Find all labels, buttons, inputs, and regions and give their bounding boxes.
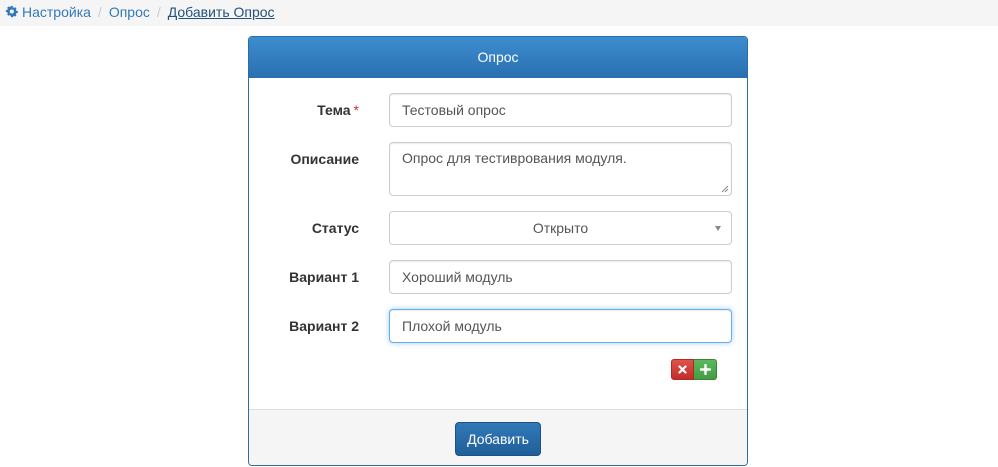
breadcrumb-separator: /: [156, 4, 161, 20]
resize-handle-icon[interactable]: [721, 185, 729, 193]
gear-icon: [5, 5, 18, 18]
topic-input[interactable]: [389, 93, 732, 127]
status-select[interactable]: Открыто: [389, 211, 732, 245]
option-1-label: Вариант 1: [289, 269, 359, 285]
description-textarea[interactable]: Опрос для тестиврования модуля.: [389, 142, 732, 196]
panel-title: Опрос: [249, 37, 747, 78]
breadcrumb: Настройка / Опрос / Добавить Опрос: [0, 0, 998, 26]
breadcrumb-settings-label: Настройка: [22, 4, 91, 20]
poll-form-panel: Опрос Тема* Описание Опрос для тестивров…: [248, 36, 748, 466]
add-option-icon: [699, 364, 711, 375]
submit-button[interactable]: Добавить: [455, 422, 541, 456]
breadcrumb-current-page[interactable]: Добавить Опрос: [168, 4, 275, 20]
option-controls: [671, 359, 717, 380]
topic-label: Тема *: [317, 102, 359, 118]
option-1-input[interactable]: [389, 260, 732, 294]
caret-down-icon: [715, 226, 721, 231]
poll-form: Тема* Описание Опрос для тестиврования м…: [249, 78, 747, 409]
remove-option-icon: [678, 365, 687, 374]
status-label: Статус: [311, 220, 359, 236]
option-2-input[interactable]: [389, 309, 732, 343]
description-label: Описание: [290, 151, 359, 167]
breadcrumb-settings-link[interactable]: Настройка: [5, 4, 91, 20]
add-option-button[interactable]: [694, 359, 717, 380]
breadcrumb-separator: /: [97, 4, 102, 20]
topic-label-text: Тема: [317, 102, 351, 118]
option-2-label: Вариант 2: [289, 318, 359, 334]
breadcrumb-poll-link[interactable]: Опрос: [109, 4, 150, 20]
panel-footer: Добавить: [249, 409, 747, 465]
required-mark: *: [353, 102, 359, 118]
status-select-value: Открыто: [532, 220, 589, 236]
remove-option-button[interactable]: [671, 359, 694, 380]
